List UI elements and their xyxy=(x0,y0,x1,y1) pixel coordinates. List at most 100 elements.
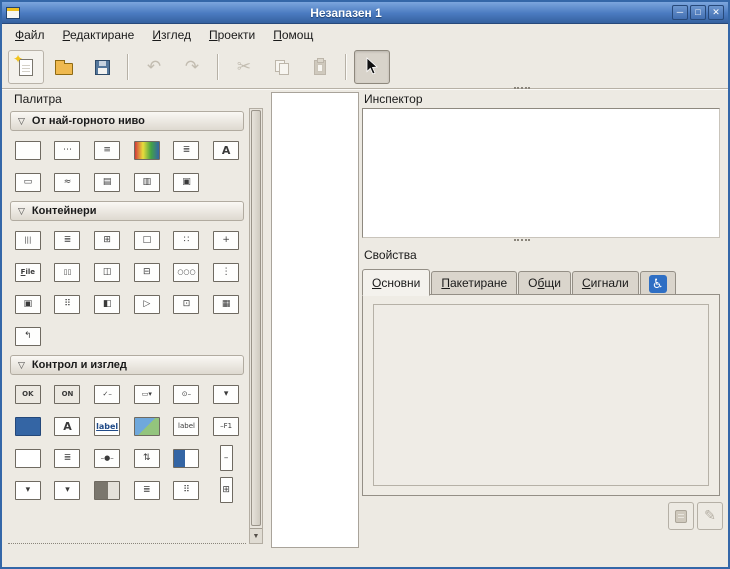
menu-item-1[interactable]: Редактиране xyxy=(54,25,144,45)
selector-button[interactable] xyxy=(354,50,390,84)
scrollbar-thumb[interactable] xyxy=(251,110,261,526)
titlebar[interactable]: Незапазен 1 ─□✕ xyxy=(2,2,728,24)
palette-item-about-dialog[interactable]: ≈ xyxy=(48,166,88,198)
palette-item-hpaned[interactable]: ◫ xyxy=(87,256,127,288)
window-title: Незапазен 1 xyxy=(20,6,672,20)
palette-item-text-view[interactable]: ≣ xyxy=(48,442,88,474)
palette-item-handle-box[interactable]: ▣ xyxy=(8,288,48,320)
palette-item-hbutton-box[interactable]: ○○○ xyxy=(167,256,207,288)
palette-title: Палитра xyxy=(14,92,62,106)
palette-item-tree-view[interactable]: ⊞ xyxy=(206,474,246,506)
palette-item-icon-view[interactable]: ⠿ xyxy=(167,474,207,506)
palette-item-alignment[interactable]: + xyxy=(206,224,246,256)
menu-item-4[interactable]: Помощ xyxy=(264,25,322,45)
palette-item-label-large[interactable]: A xyxy=(48,410,88,442)
maximize-button[interactable]: □ xyxy=(690,5,706,20)
inspector-tree[interactable] xyxy=(362,108,720,238)
palette-item-link-label[interactable]: label xyxy=(87,410,127,442)
pane-grip-middle[interactable] xyxy=(514,239,530,243)
palette-item-color-selection-dialog[interactable] xyxy=(127,134,167,166)
paste-button xyxy=(302,50,338,84)
save-button[interactable] xyxy=(84,50,120,84)
new-icon xyxy=(19,59,33,76)
open-button[interactable] xyxy=(46,50,82,84)
expander-triangle-icon: ▽ xyxy=(18,116,25,127)
menu-item-3[interactable]: Проекти xyxy=(200,25,264,45)
label-large-icon: A xyxy=(54,417,80,436)
palette-item-assistant[interactable]: ▤ xyxy=(87,166,127,198)
palette-item-accel-label[interactable]: –F1 xyxy=(206,410,246,442)
palette-section-header-0[interactable]: ▽От най-горното ниво xyxy=(10,111,244,131)
palette-section-header-1[interactable]: ▽Контейнери xyxy=(10,201,244,221)
palette-item-vpaned[interactable]: ⊟ xyxy=(127,256,167,288)
palette-item-menu-bar[interactable]: File xyxy=(8,256,48,288)
palette-item-fixed[interactable]: ∷ xyxy=(167,224,207,256)
palette-item-toolbar-widget[interactable]: ▯▯ xyxy=(48,256,88,288)
palette-item-combo[interactable]: ▾ xyxy=(48,474,88,506)
tab-2[interactable]: Общи xyxy=(518,271,571,295)
save-icon xyxy=(95,60,110,75)
palette-item-vbutton-box[interactable]: ⋮ xyxy=(206,256,246,288)
palette-item-progress-bar[interactable] xyxy=(167,442,207,474)
tab-1[interactable]: Пакетиране xyxy=(431,271,517,295)
toolbar-widget-icon: ▯▯ xyxy=(54,263,80,282)
new-button[interactable] xyxy=(8,50,44,84)
palette-item-option-menu[interactable]: ▾ xyxy=(206,378,246,410)
palette-item-label[interactable]: label xyxy=(167,410,207,442)
properties-notebook xyxy=(362,294,720,496)
palette-item-message-dialog[interactable]: ≡ xyxy=(87,134,127,166)
palette-item-combo-box-entry[interactable]: ▾ xyxy=(8,474,48,506)
palette-item-viewport[interactable]: ▦ xyxy=(206,288,246,320)
palette-item-hscale[interactable]: –●– xyxy=(87,442,127,474)
palette-item-file-selection[interactable]: ▣ xyxy=(167,166,207,198)
menu-item-2[interactable]: Изглед xyxy=(143,25,200,45)
palette-item-frame[interactable]: □ xyxy=(127,224,167,256)
palette-item-scrolled-window[interactable]: ⊡ xyxy=(167,288,207,320)
palette-item-custom-widget[interactable]: ↰ xyxy=(8,320,48,352)
option-menu-icon: ▾ xyxy=(213,385,239,404)
palette-item-hbox[interactable]: ||| xyxy=(8,224,48,256)
palette-item-entry[interactable] xyxy=(8,442,48,474)
close-button[interactable]: ✕ xyxy=(708,5,724,20)
palette-item-expander[interactable]: ▷ xyxy=(127,288,167,320)
pane-grip-top[interactable] xyxy=(514,87,530,91)
palette-item-layout[interactable]: ⠿ xyxy=(48,288,88,320)
palette-item-vbox[interactable]: ≣ xyxy=(48,224,88,256)
palette-item-dialog[interactable]: ⋯ xyxy=(48,134,88,166)
palette-item-toggle-button[interactable]: ON xyxy=(48,378,88,410)
accessibility-icon: ♿ xyxy=(649,275,667,293)
properties-actions: ✎ xyxy=(668,502,723,530)
input-dialog-icon: ▭ xyxy=(15,173,41,192)
palette-item-window[interactable] xyxy=(8,134,48,166)
palette-item-entry-filled[interactable] xyxy=(8,410,48,442)
palette-grid-2: OKON✓–▭▾⊙–▾Alabellabel–F1≣–●–⇅–▾▾≣⠿⊞ xyxy=(8,378,246,506)
palette-item-radio-button[interactable]: ⊙– xyxy=(167,378,207,410)
scrollbar-down-button[interactable]: ▼ xyxy=(250,528,262,543)
menu-item-0[interactable]: Файл xyxy=(6,25,54,45)
palette-scrollbar[interactable]: ▼ xyxy=(249,108,263,544)
minimize-button[interactable]: ─ xyxy=(672,5,688,20)
palette-item-image[interactable] xyxy=(127,410,167,442)
palette-item-font-selection-dialog[interactable]: A xyxy=(206,134,246,166)
tree-view-icon: ⊞ xyxy=(220,477,233,503)
palette-item-hscrollbar[interactable] xyxy=(87,474,127,506)
palette-item-check-button[interactable]: ✓– xyxy=(87,378,127,410)
tab-3[interactable]: Сигнали xyxy=(572,271,639,295)
palette-item-combo-box[interactable]: ▭▾ xyxy=(127,378,167,410)
design-canvas[interactable] xyxy=(271,92,359,548)
palette-item-vscale[interactable]: – xyxy=(206,442,246,474)
tab-0[interactable]: Основни xyxy=(362,269,430,296)
palette-section-label: Контрол и изглед xyxy=(32,359,127,371)
tab-accessibility[interactable]: ♿ xyxy=(640,271,676,295)
palette-item-input-dialog[interactable]: ▭ xyxy=(8,166,48,198)
toolbar-separator xyxy=(217,54,219,80)
viewport-icon: ▦ xyxy=(213,295,239,314)
palette-section-header-2[interactable]: ▽Контрол и изглед xyxy=(10,355,244,375)
palette-item-file-chooser-dialog[interactable]: ≣ xyxy=(167,134,207,166)
palette-item-notebook[interactable]: ◧ xyxy=(87,288,127,320)
palette-item-list[interactable]: ≣ xyxy=(127,474,167,506)
palette-item-recent-chooser-dialog[interactable]: ▥ xyxy=(127,166,167,198)
palette-item-button[interactable]: OK xyxy=(8,378,48,410)
palette-item-table[interactable]: ⊞ xyxy=(87,224,127,256)
palette-item-spin-button[interactable]: ⇅ xyxy=(127,442,167,474)
